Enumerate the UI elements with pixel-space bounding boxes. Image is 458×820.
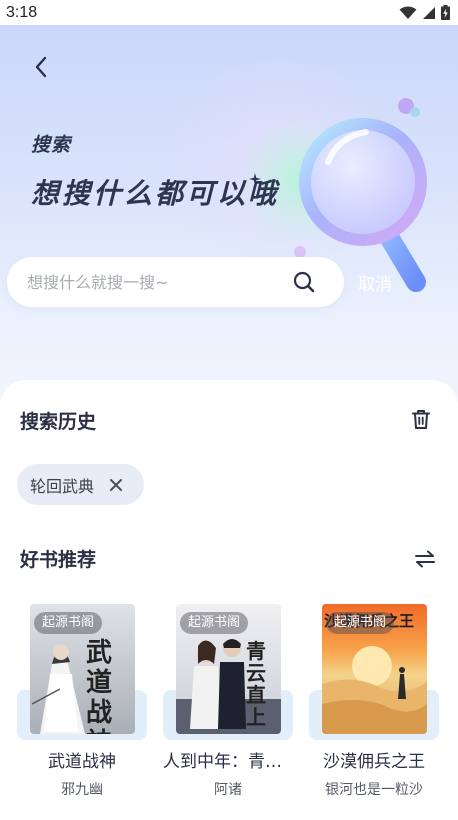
source-badge: 起源书阁	[34, 612, 103, 634]
book-card[interactable]: 沙漠佣兵之王 起源书阁 沙漠佣兵之王 银河也是一粒沙	[309, 604, 439, 804]
page-title: 搜索	[31, 134, 72, 156]
recommend-title: 好书推荐	[20, 549, 97, 571]
status-icons	[399, 5, 450, 20]
search-button[interactable]	[292, 270, 316, 294]
book-author: 银河也是一粒沙	[325, 782, 423, 798]
wifi-icon	[399, 6, 417, 20]
book-cover[interactable]: 武道战神 起源书阁	[30, 604, 135, 734]
content-panel: 搜索历史 轮回武典 好书推荐 武道战 起源书阁 武道战神 邪九幽 青云直上 起源…	[0, 380, 458, 820]
history-title: 搜索历史	[20, 411, 97, 433]
source-badge: 起源书阁	[180, 612, 249, 634]
book-cover[interactable]: 沙漠佣兵之王 起源书阁	[322, 604, 427, 734]
swap-icon	[415, 550, 435, 568]
book-author: 阿诸	[214, 782, 242, 798]
status-time: 3:18	[6, 3, 38, 21]
source-badge: 起源书阁	[326, 612, 395, 634]
history-chip-label: 轮回武典	[30, 476, 95, 496]
battery-charging-icon	[441, 5, 450, 20]
book-title: 人到中年：青云直上	[163, 752, 293, 772]
refresh-recommend-button[interactable]	[411, 546, 439, 572]
search-icon	[293, 271, 315, 293]
cancel-button[interactable]: 取消	[358, 270, 392, 295]
history-chip[interactable]: 轮回武典	[17, 464, 144, 505]
trash-icon	[412, 409, 430, 429]
search-bar	[7, 257, 344, 307]
sparkle-icon	[249, 173, 261, 185]
cover-title-art: 青云直上	[246, 639, 266, 729]
signal-icon	[422, 6, 436, 20]
book-cover[interactable]: 青云直上 起源书阁	[176, 604, 281, 734]
chevron-left-icon	[35, 56, 47, 78]
back-button[interactable]	[26, 52, 56, 82]
book-card[interactable]: 青云直上 起源书阁 人到中年：青云直上 阿诸	[163, 604, 293, 804]
remove-history-button[interactable]	[108, 477, 124, 493]
page-slogan: 想搜什么都可以哦	[31, 177, 280, 210]
book-title: 武道战神	[48, 752, 116, 772]
book-author: 邪九幽	[61, 782, 103, 798]
book-title: 沙漠佣兵之王	[323, 752, 425, 772]
search-input[interactable]	[27, 272, 292, 292]
status-bar: 3:18	[0, 0, 458, 25]
clear-history-button[interactable]	[408, 406, 434, 432]
cover-title-art: 武道战神	[86, 638, 113, 734]
close-icon	[110, 478, 123, 491]
book-card[interactable]: 武道战神 起源书阁 武道战神 邪九幽	[17, 604, 147, 804]
